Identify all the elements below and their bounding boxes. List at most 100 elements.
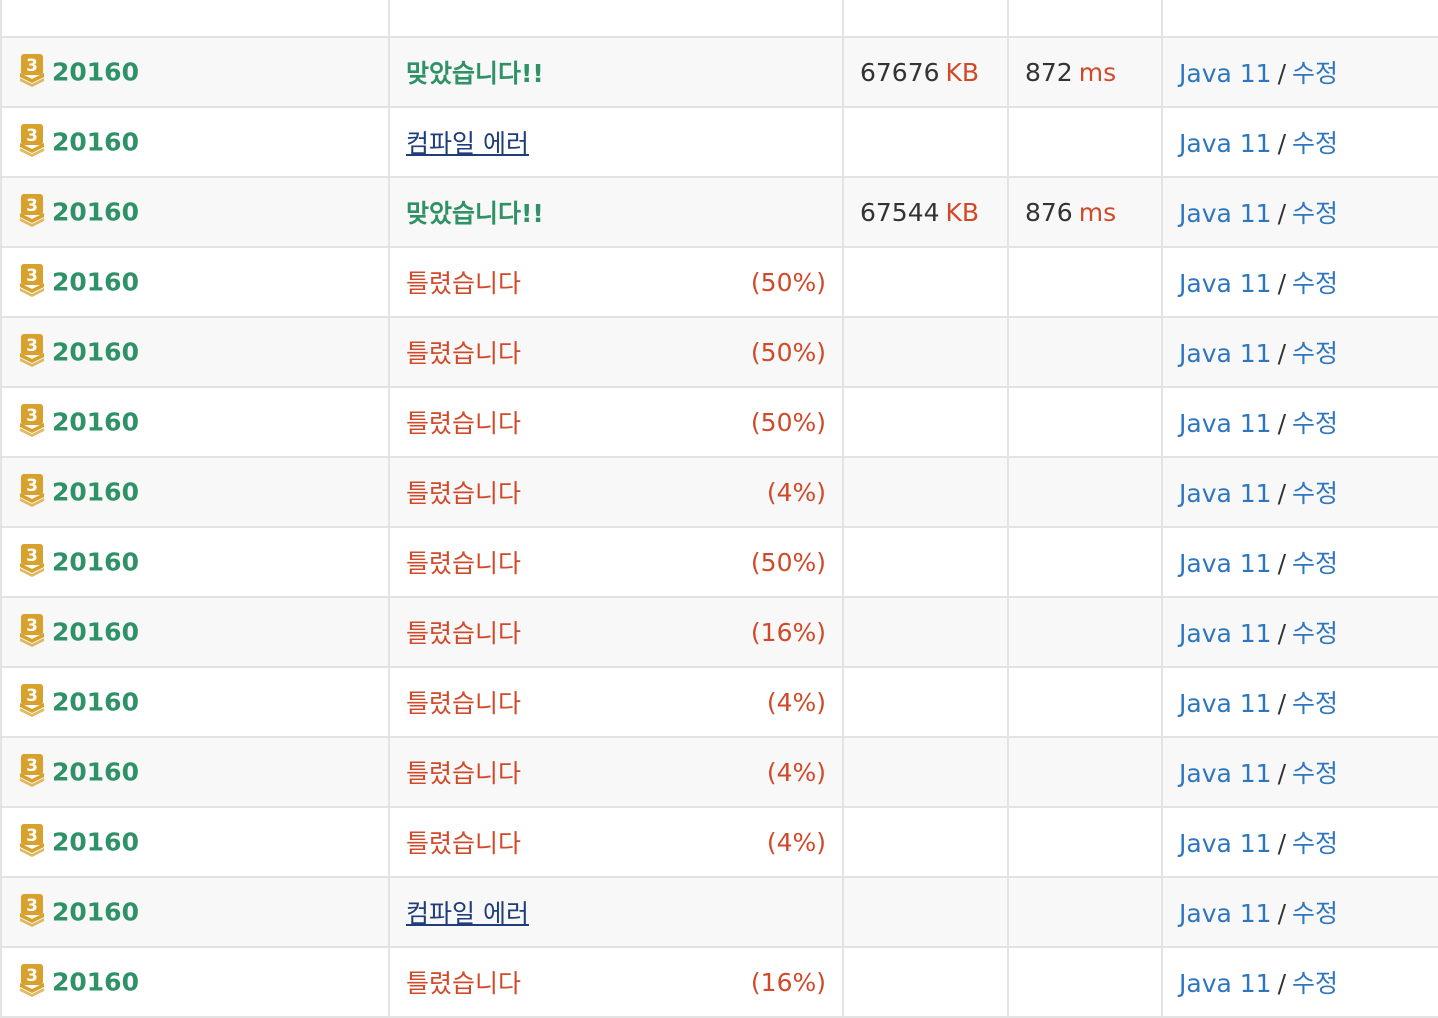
language-link[interactable]: Java 11 (1179, 409, 1272, 438)
edit-link[interactable]: 수정 (1292, 59, 1338, 88)
language-link[interactable]: Java 11 (1179, 619, 1272, 648)
table-row: 3 20160 틀렸습니다 (4%) Java 11/수정 (0, 736, 1438, 808)
problem-link[interactable]: 20160 (52, 268, 139, 297)
result-text: 틀렸습니다 (406, 759, 522, 788)
edit-link[interactable]: 수정 (1292, 619, 1338, 648)
problem-link[interactable]: 20160 (52, 58, 139, 87)
problem-link[interactable]: 20160 (52, 758, 139, 787)
time-cell: 872 ms (1007, 36, 1163, 108)
language-link[interactable]: Java 11 (1179, 339, 1272, 368)
edit-link[interactable]: 수정 (1292, 759, 1338, 788)
result-cell: 틀렸습니다 (50%) (388, 526, 844, 598)
language-link[interactable]: Java 11 (1179, 689, 1272, 718)
table-row: 3 20160 맞았습니다!! 67544 KB 876 ms Java 11/수정 (0, 176, 1438, 248)
problem-cell: 3 20160 (0, 526, 390, 598)
edit-link[interactable]: 수정 (1292, 129, 1338, 158)
edit-link[interactable]: 수정 (1292, 689, 1338, 718)
submission-status-table: 3 20160 맞았습니다!! 67676 KB 872 ms Java 11/수정… (0, 0, 1438, 1018)
memory-cell (842, 806, 1009, 878)
bronze-tier-icon: 3 (18, 893, 46, 927)
language-cell: Java 11/수정 (1161, 596, 1438, 668)
result-text: 틀렸습니다 (406, 619, 522, 648)
edit-link[interactable]: 수정 (1292, 199, 1338, 228)
memory-cell (842, 386, 1009, 458)
edit-link[interactable]: 수정 (1292, 269, 1338, 298)
problem-link[interactable]: 20160 (52, 338, 139, 367)
svg-text:3: 3 (26, 826, 38, 846)
problem-link[interactable]: 20160 (52, 408, 139, 437)
result-text[interactable]: 컴파일 에러 (406, 124, 529, 160)
result-cell: 맞았습니다!! (388, 36, 844, 108)
problem-link[interactable]: 20160 (52, 548, 139, 577)
edit-link[interactable]: 수정 (1292, 969, 1338, 998)
language-link[interactable]: Java 11 (1179, 199, 1272, 228)
language-link[interactable]: Java 11 (1179, 479, 1272, 508)
language-link[interactable]: Java 11 (1179, 269, 1272, 298)
result-percent: (16%) (750, 967, 826, 997)
edit-link[interactable]: 수정 (1292, 409, 1338, 438)
result-cell: 틀렸습니다 (16%) (388, 596, 844, 668)
result-text: 틀렸습니다 (406, 829, 522, 858)
language-link[interactable]: Java 11 (1179, 899, 1272, 928)
table-row: 3 20160 컴파일 에러 Java 11/수정 (0, 106, 1438, 178)
bronze-tier-icon: 3 (18, 193, 46, 227)
bronze-tier-icon: 3 (18, 683, 46, 717)
separator-slash: / (1277, 899, 1287, 928)
result-text: 틀렸습니다 (406, 969, 522, 998)
result-percent: (4%) (766, 757, 826, 787)
time-cell (1007, 526, 1163, 598)
memory-cell (842, 666, 1009, 738)
problem-link[interactable]: 20160 (52, 618, 139, 647)
svg-text:3: 3 (26, 476, 38, 496)
result-cell: 틀렸습니다 (4%) (388, 806, 844, 878)
time-cell (1007, 806, 1163, 878)
edit-link[interactable]: 수정 (1292, 549, 1338, 578)
language-cell: Java 11/수정 (1161, 666, 1438, 738)
edit-link[interactable]: 수정 (1292, 899, 1338, 928)
problem-link[interactable]: 20160 (52, 198, 139, 227)
bronze-tier-icon: 3 (18, 753, 46, 787)
time-cell (1007, 876, 1163, 948)
time-cell: 876 ms (1007, 176, 1163, 248)
problem-link[interactable]: 20160 (52, 898, 139, 927)
table-row: 3 20160 틀렸습니다 (4%) Java 11/수정 (0, 806, 1438, 878)
memory-cell (842, 596, 1009, 668)
edit-link[interactable]: 수정 (1292, 829, 1338, 858)
memory-cell (842, 876, 1009, 948)
language-link[interactable]: Java 11 (1179, 759, 1272, 788)
result-cell: 틀렸습니다 (50%) (388, 246, 844, 318)
result-cell: 틀렸습니다 (4%) (388, 456, 844, 528)
time-cell (1007, 386, 1163, 458)
result-cell: 틀렸습니다 (16%) (388, 946, 844, 1018)
problem-cell: 3 20160 (0, 246, 390, 318)
svg-text:3: 3 (26, 546, 38, 566)
time-cell (1007, 946, 1163, 1018)
problem-link[interactable]: 20160 (52, 828, 139, 857)
time-cell (1007, 316, 1163, 388)
language-cell: Java 11/수정 (1161, 386, 1438, 458)
svg-text:3: 3 (26, 896, 38, 916)
language-cell: Java 11/수정 (1161, 806, 1438, 878)
problem-link[interactable]: 20160 (52, 128, 139, 157)
language-link[interactable]: Java 11 (1179, 969, 1272, 998)
result-cell: 틀렸습니다 (4%) (388, 736, 844, 808)
language-link[interactable]: Java 11 (1179, 59, 1272, 88)
problem-link[interactable]: 20160 (52, 688, 139, 717)
memory-unit: KB (945, 197, 980, 227)
result-percent: (50%) (750, 547, 826, 577)
problem-link[interactable]: 20160 (52, 478, 139, 507)
edit-link[interactable]: 수정 (1292, 339, 1338, 368)
separator-slash: / (1277, 619, 1287, 648)
result-text: 틀렸습니다 (406, 269, 522, 298)
language-link[interactable]: Java 11 (1179, 549, 1272, 578)
problem-cell: 3 20160 (0, 806, 390, 878)
result-text: 맞았습니다!! (406, 59, 544, 88)
language-link[interactable]: Java 11 (1179, 129, 1272, 158)
problem-link[interactable]: 20160 (52, 968, 139, 997)
result-percent: (4%) (766, 477, 826, 507)
result-text[interactable]: 컴파일 에러 (406, 894, 529, 930)
edit-link[interactable]: 수정 (1292, 479, 1338, 508)
memory-value: 67544 (860, 197, 940, 227)
language-link[interactable]: Java 11 (1179, 829, 1272, 858)
result-cell: 틀렸습니다 (50%) (388, 316, 844, 388)
